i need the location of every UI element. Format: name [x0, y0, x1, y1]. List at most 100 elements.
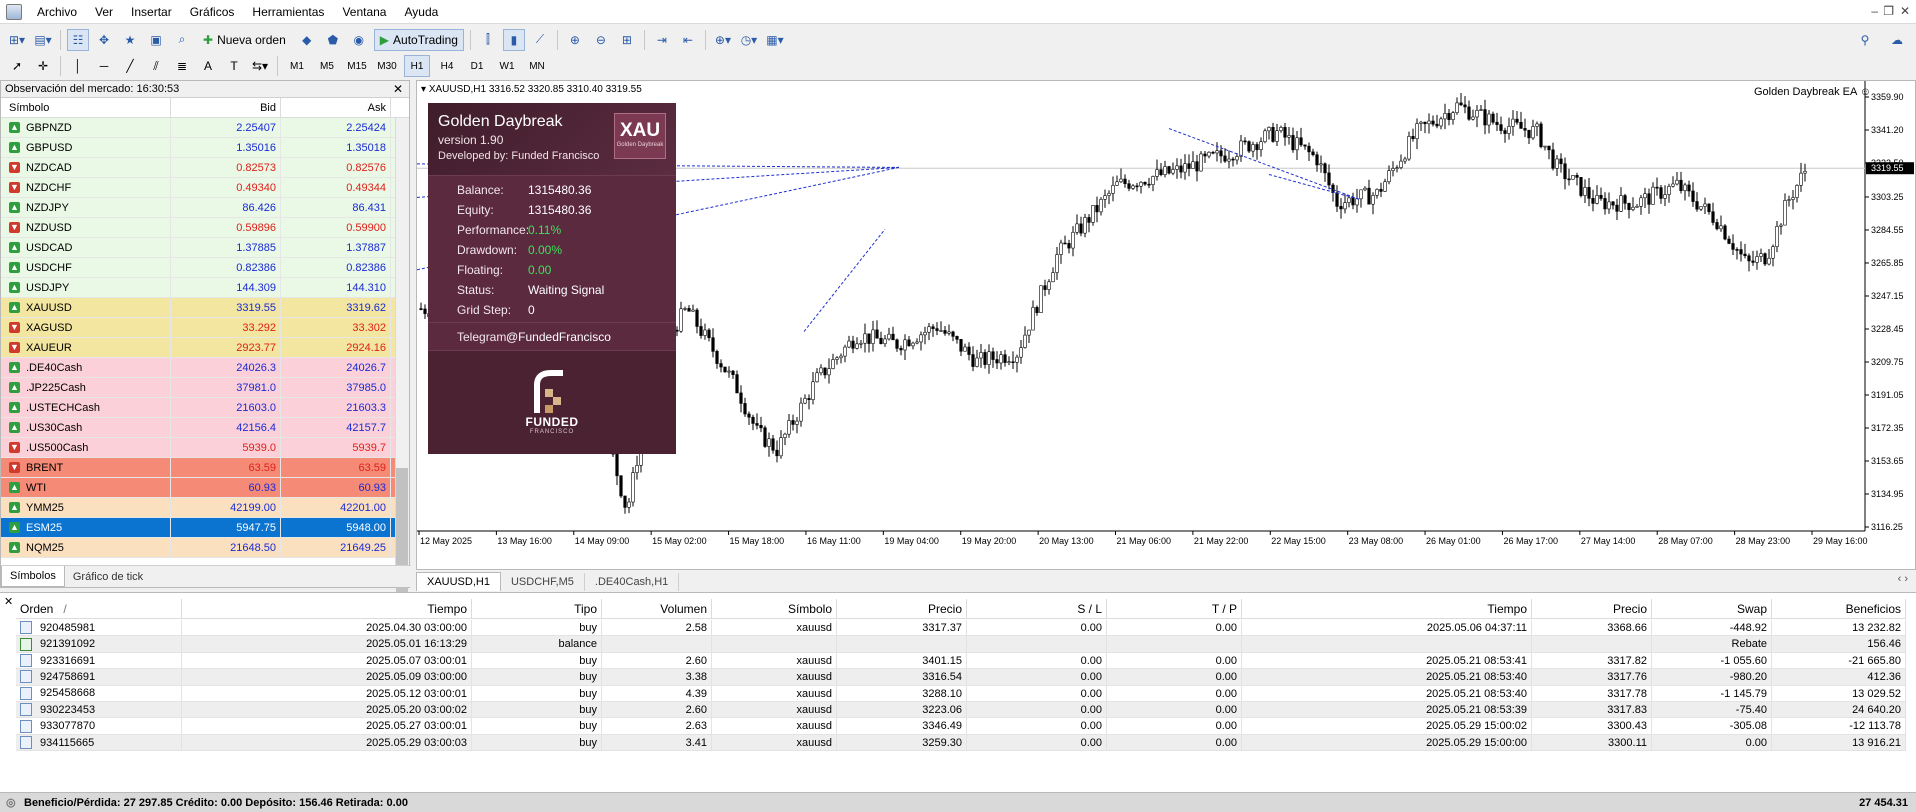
market-watch-row[interactable]: ▲ USDCAD 1.37885 1.37887 — [1, 238, 409, 258]
bar-chart-icon[interactable]: ⫿ — [477, 29, 499, 51]
crosshair-icon[interactable]: ✛ — [32, 55, 54, 77]
market-watch-scrollbar[interactable] — [395, 118, 409, 668]
autotrading-button[interactable]: ▶ AutoTrading — [373, 28, 464, 51]
close-icon[interactable]: ✕ — [4, 595, 13, 608]
timeframe-w1[interactable]: W1 — [494, 55, 520, 77]
col-order-header[interactable]: Orden / — [16, 599, 182, 618]
new-order-button[interactable]: ✚ Nueva orden — [197, 29, 292, 51]
col-close-price-header[interactable]: Precio — [1532, 599, 1652, 618]
equidistant-channel-icon[interactable]: ⫽ — [145, 55, 167, 77]
col-open-price-header[interactable]: Precio — [837, 599, 967, 618]
menu-ver[interactable]: Ver — [86, 0, 122, 24]
market-watch-row[interactable]: ▲ .USTECHCash 21603.0 21603.3 — [1, 398, 409, 418]
tab-usdchf-m5[interactable]: USDCHF,M5 — [501, 573, 585, 591]
market-watch-row[interactable]: ▲ WTI 60.93 60.93 — [1, 478, 409, 498]
market-watch-row[interactable]: ▲ .US30Cash 42156.4 42157.7 — [1, 418, 409, 438]
strategy-tester-icon[interactable]: ⌕ — [171, 29, 193, 51]
market-watch-row[interactable]: ▲ NQM25 21648.50 21649.25 — [1, 538, 409, 558]
menu-insertar[interactable]: Insertar — [122, 0, 181, 24]
zoom-in-icon[interactable]: ⊕ — [564, 29, 586, 51]
col-symbol-header[interactable]: Símbolo — [1, 98, 171, 117]
navigator-icon[interactable]: ★ — [119, 29, 141, 51]
market-watch-row[interactable]: ▲ ESM25 5947.75 5948.00 — [1, 518, 409, 538]
market-watch-row[interactable]: ▲ NZDJPY 86.426 86.431 — [1, 198, 409, 218]
menu-herramientas[interactable]: Herramientas — [243, 0, 333, 24]
market-watch-row[interactable]: ▼ NZDCHF 0.49340 0.49344 — [1, 178, 409, 198]
menu-ayuda[interactable]: Ayuda — [395, 0, 447, 24]
market-watch-row[interactable]: ▲ YMM25 42199.00 42201.00 — [1, 498, 409, 518]
timeframe-h1[interactable]: H1 — [404, 55, 430, 77]
history-row[interactable]: 924758691 2025.05.09 03:00:00 buy 3.38 xauus… — [16, 669, 1906, 686]
trendline-icon[interactable]: ╱ — [119, 55, 141, 77]
market-watch-row[interactable]: ▲ USDCHF 0.82386 0.82386 — [1, 258, 409, 278]
col-type-header[interactable]: Tipo — [472, 599, 602, 618]
new-chart-icon[interactable]: ⊞▾ — [6, 29, 28, 51]
timeframe-m30[interactable]: M30 — [374, 55, 400, 77]
market-watch-row[interactable]: ▲ XAUUSD 3319.55 3319.62 — [1, 298, 409, 318]
menu-graficos[interactable]: Gráficos — [181, 0, 244, 24]
tab-scroll-icon[interactable]: ‹ › — [1898, 573, 1908, 585]
col-bid-header[interactable]: Bid — [171, 98, 281, 117]
tab-tick-chart[interactable]: Gráfico de tick — [65, 567, 151, 587]
history-row[interactable]: 923316691 2025.05.07 03:00:01 buy 2.60 xauus… — [16, 652, 1906, 670]
metaeditor-icon[interactable]: ◆ — [296, 29, 318, 51]
search-icon[interactable]: ⚲ — [1854, 29, 1876, 51]
col-profit-header[interactable]: Beneficios — [1772, 599, 1906, 618]
market-watch-row[interactable]: ▲ GBPUSD 1.35016 1.35018 — [1, 138, 409, 158]
zoom-out-icon[interactable]: ⊖ — [590, 29, 612, 51]
history-row[interactable]: 920485981 2025.04.30 03:00:00 buy 2.58 xauus… — [16, 620, 1906, 637]
col-tp-header[interactable]: T / P — [1107, 599, 1242, 618]
data-window-icon[interactable]: ✥ — [93, 29, 115, 51]
col-close-time-header[interactable]: Tiempo — [1242, 599, 1532, 618]
restore-icon[interactable]: ❐ — [1883, 4, 1894, 18]
history-row[interactable]: 925458668 2025.05.12 03:00:01 buy 4.39 xauus… — [16, 685, 1906, 702]
market-watch-row[interactable]: ▲ GBPNZD 2.25407 2.25424 — [1, 118, 409, 138]
chart-shift-icon[interactable]: ⇤ — [677, 29, 699, 51]
menu-ventana[interactable]: Ventana — [333, 0, 395, 24]
templates-icon[interactable]: ▦▾ — [764, 29, 786, 51]
tile-windows-icon[interactable]: ⊞ — [616, 29, 638, 51]
minimize-icon[interactable]: ‒ — [1871, 4, 1878, 18]
cursor-icon[interactable]: ➚ — [6, 55, 28, 77]
history-row[interactable]: 934115665 2025.05.29 03:00:03 buy 3.41 xauus… — [16, 734, 1906, 752]
col-sl-header[interactable]: S / L — [967, 599, 1107, 618]
timeframe-mn[interactable]: MN — [524, 55, 550, 77]
arrows-icon[interactable]: ⇆▾ — [249, 55, 271, 77]
market-watch-row[interactable]: ▲ .JP225Cash 37981.0 37985.0 — [1, 378, 409, 398]
col-ask-header[interactable]: Ask — [281, 98, 391, 117]
tab-de40cash-h1[interactable]: .DE40Cash,H1 — [585, 573, 680, 591]
market-watch-row[interactable]: ▼ BRENT 63.59 63.59 — [1, 458, 409, 478]
periods-icon[interactable]: ◷▾ — [738, 29, 760, 51]
col-swap-header[interactable]: Swap — [1652, 599, 1772, 618]
market-watch-row[interactable]: ▲ USDJPY 144.309 144.310 — [1, 278, 409, 298]
timeframe-m5[interactable]: M5 — [314, 55, 340, 77]
tab-symbols[interactable]: Símbolos — [1, 566, 65, 587]
signals-icon[interactable]: ⬟ — [322, 29, 344, 51]
terminal-icon[interactable]: ▣ — [145, 29, 167, 51]
chat-icon[interactable]: ☁ — [1886, 29, 1908, 51]
close-icon[interactable]: ✕ — [1900, 4, 1910, 18]
fibonacci-icon[interactable]: ≣ — [171, 55, 193, 77]
col-volume-header[interactable]: Volumen — [602, 599, 712, 618]
profiles-icon[interactable]: ▤▾ — [32, 29, 54, 51]
market-watch-row[interactable]: ▼ XAUEUR 2923.77 2924.16 — [1, 338, 409, 358]
menu-archivo[interactable]: Archivo — [28, 0, 86, 24]
market-icon[interactable]: ◉ — [348, 29, 370, 51]
candlestick-icon[interactable]: ▮ — [502, 28, 525, 51]
timeframe-h4[interactable]: H4 — [434, 55, 460, 77]
market-watch-icon[interactable]: ☷ — [67, 28, 89, 51]
timeframe-m1[interactable]: M1 — [284, 55, 310, 77]
indicators-icon[interactable]: ⊕▾ — [712, 29, 734, 51]
tab-xauusd-h1[interactable]: XAUUSD,H1 — [416, 572, 501, 591]
market-watch-row[interactable]: ▼ XAGUSD 33.292 33.302 — [1, 318, 409, 338]
history-row[interactable]: 930223453 2025.05.20 03:00:02 buy 2.60 xauus… — [16, 702, 1906, 719]
timeframe-d1[interactable]: D1 — [464, 55, 490, 77]
market-watch-row[interactable]: ▼ NZDCAD 0.82573 0.82576 — [1, 158, 409, 178]
col-open-time-header[interactable]: Tiempo — [182, 599, 472, 618]
market-watch-row[interactable]: ▼ .US500Cash 5939.0 5939.7 — [1, 438, 409, 458]
line-chart-icon[interactable]: ⟋ — [529, 29, 551, 51]
history-row[interactable]: 933077870 2025.05.27 03:00:01 buy 2.63 xauus… — [16, 718, 1906, 735]
horizontal-line-icon[interactable]: ─ — [93, 55, 115, 77]
col-symbol-header[interactable]: Símbolo — [712, 599, 837, 618]
text-icon[interactable]: A — [197, 55, 219, 77]
